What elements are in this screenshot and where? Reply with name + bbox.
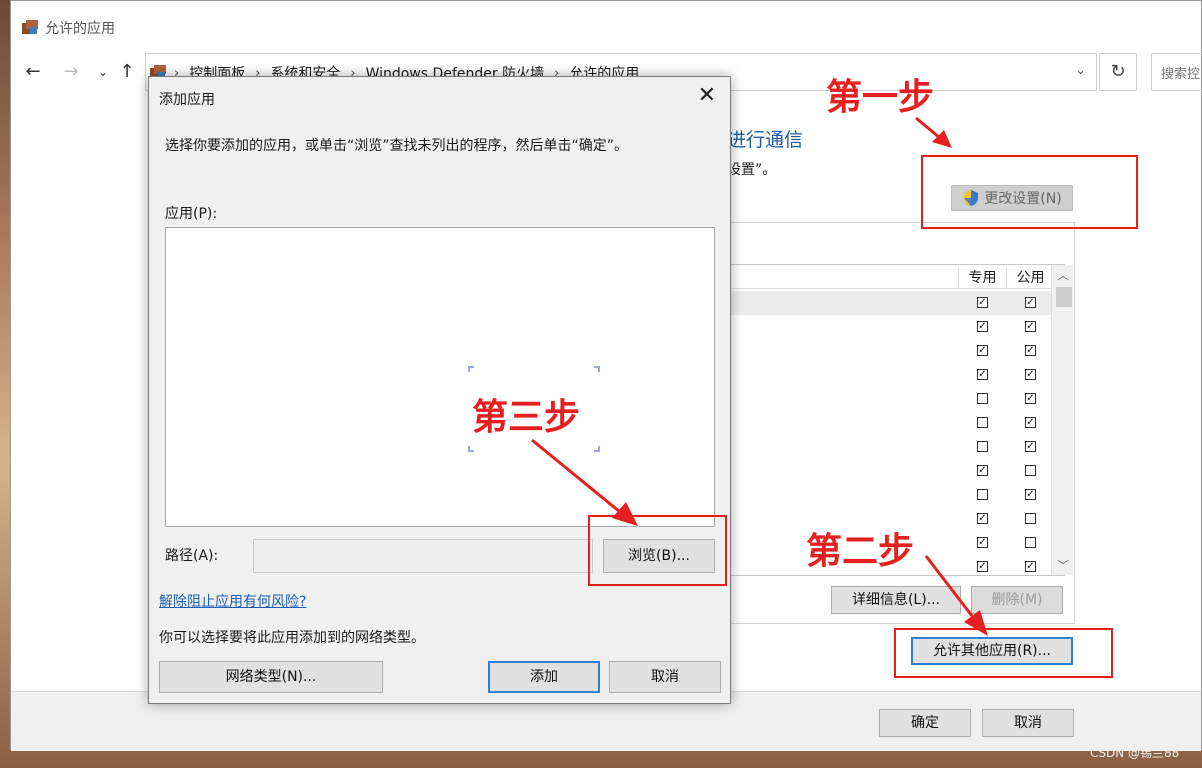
step1-highlight-box	[921, 155, 1138, 229]
step3-arrow	[531, 438, 621, 514]
step2-label: 第二步	[806, 531, 915, 572]
step3-label: 第三步	[472, 397, 581, 438]
step2-highlight-box	[894, 628, 1113, 678]
step3-highlight-box	[588, 515, 727, 586]
step1-label: 第一步	[826, 77, 935, 118]
watermark: CSDN @锡兰88	[1090, 746, 1180, 760]
step2-arrow	[924, 555, 974, 617]
step1-arrow	[915, 116, 941, 140]
